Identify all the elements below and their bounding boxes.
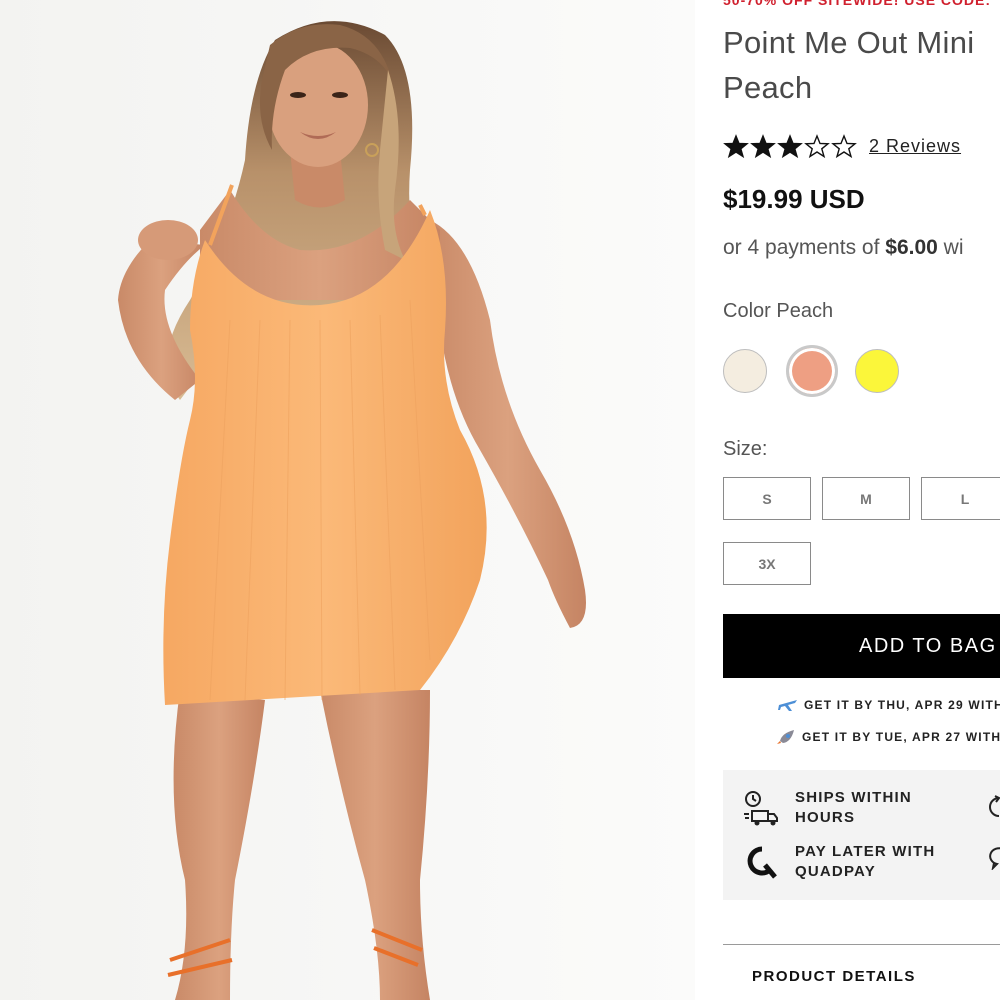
add-to-bag-button[interactable]: ADD TO BAG — [723, 614, 1000, 678]
product-price: $19.99 USD — [723, 184, 865, 214]
product-details-toggle[interactable]: PRODUCT DETAILS — [752, 968, 916, 985]
size-label: Size: — [723, 438, 768, 460]
feature-ships: SHIPS WITHIN HOURS — [743, 788, 912, 828]
yellow-swatch[interactable] — [855, 349, 899, 393]
product-title: Point Me Out Mini Peach — [723, 20, 1000, 110]
features-box: SHIPS WITHIN HOURS PAY LATER WITH QUADPA… — [723, 770, 1000, 900]
product-title-line2: Peach — [723, 70, 813, 105]
star-filled-icon[interactable] — [777, 134, 803, 158]
size-m-button[interactable]: M — [822, 477, 910, 520]
product-page: 50-70% OFF SITEWIDE! USE CODE: Point Me … — [0, 0, 1000, 1000]
size-3x-button[interactable]: 3X — [723, 542, 811, 585]
installments-suffix: wi — [943, 236, 964, 259]
installments-text: or 4 payments of $6.00 wi — [723, 236, 964, 260]
shipping-estimate-express: GET IT BY TUE, APR 27 WITH — [776, 729, 1000, 745]
installments-prefix: or 4 payments of — [723, 236, 880, 259]
color-label: Color Peach — [723, 300, 833, 323]
star-empty-icon[interactable] — [831, 134, 857, 158]
reviews-link[interactable]: 2 Reviews — [869, 136, 961, 157]
feature-ships-text: SHIPS WITHIN HOURS — [795, 788, 912, 828]
feature-quadpay-text: PAY LATER WITH QUADPAY — [795, 842, 935, 882]
shipping-estimate-standard: GET IT BY THU, APR 29 WITH — [778, 697, 1000, 713]
shipping-estimate-express-text: GET IT BY TUE, APR 27 WITH — [802, 730, 1000, 744]
quadpay-icon — [747, 846, 777, 879]
product-details-panel: 50-70% OFF SITEWIDE! USE CODE: Point Me … — [723, 0, 1000, 1000]
feature-quadpay-line2: QUADPAY — [795, 863, 876, 880]
feature-quadpay: PAY LATER WITH QUADPAY — [743, 842, 935, 882]
rating: 2 Reviews — [723, 132, 961, 160]
returns-icon — [989, 795, 1000, 817]
star-empty-icon[interactable] — [804, 134, 830, 158]
star-filled-icon[interactable] — [750, 134, 776, 158]
feature-ships-line2: HOURS — [795, 809, 856, 826]
color-swatches — [723, 345, 920, 397]
chat-icon — [989, 847, 1000, 870]
divider — [723, 944, 1000, 945]
star-filled-icon[interactable] — [723, 134, 749, 158]
rocket-icon — [777, 730, 794, 744]
installments-amount: $6.00 — [885, 236, 938, 259]
product-title-line1: Point Me Out Mini — [723, 25, 975, 60]
shipping-estimate-standard-text: GET IT BY THU, APR 29 WITH — [804, 698, 1000, 712]
color-label-text: Color — [723, 300, 771, 322]
product-image[interactable] — [0, 0, 695, 1000]
cream-swatch[interactable] — [723, 349, 767, 393]
model-photo — [0, 0, 695, 1000]
delivery-truck-icon — [744, 791, 778, 826]
star-rating[interactable] — [723, 134, 857, 158]
promo-banner[interactable]: 50-70% OFF SITEWIDE! USE CODE: — [723, 0, 991, 8]
selected-color-name: Peach — [776, 300, 834, 322]
peach-swatch[interactable] — [786, 345, 838, 397]
airplane-icon — [778, 700, 797, 711]
feature-ships-line1: SHIPS WITHIN — [795, 789, 912, 806]
size-l-button[interactable]: L — [921, 477, 1000, 520]
feature-quadpay-line1: PAY LATER WITH — [795, 843, 936, 860]
size-s-button[interactable]: S — [723, 477, 811, 520]
